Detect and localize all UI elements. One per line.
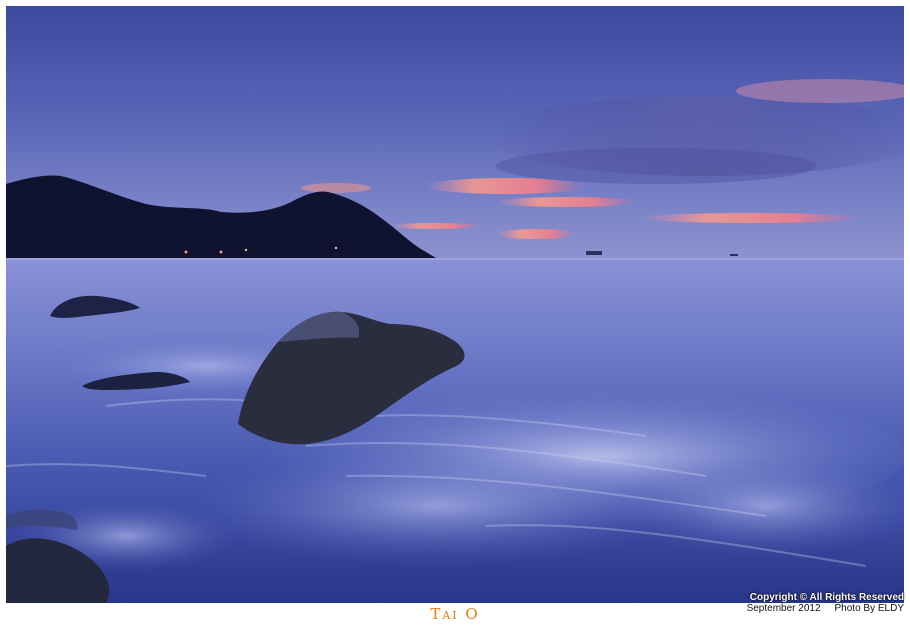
credits: Copyright © All Rights Reserved Septembe… bbox=[684, 592, 904, 614]
copyright-text: Copyright © All Rights Reserved bbox=[749, 592, 904, 603]
seascape-photo bbox=[6, 6, 904, 603]
distant-ship bbox=[730, 254, 738, 256]
credits-row: September 2012 Photo By ELDY bbox=[684, 603, 904, 614]
distant-ship bbox=[586, 251, 602, 255]
seascape-illustration bbox=[6, 6, 904, 603]
date-text: September 2012 bbox=[746, 603, 821, 614]
author-text: Photo By ELDY bbox=[834, 603, 904, 614]
photo-frame: Tai O Copyright © All Rights Reserved Se… bbox=[0, 0, 910, 625]
